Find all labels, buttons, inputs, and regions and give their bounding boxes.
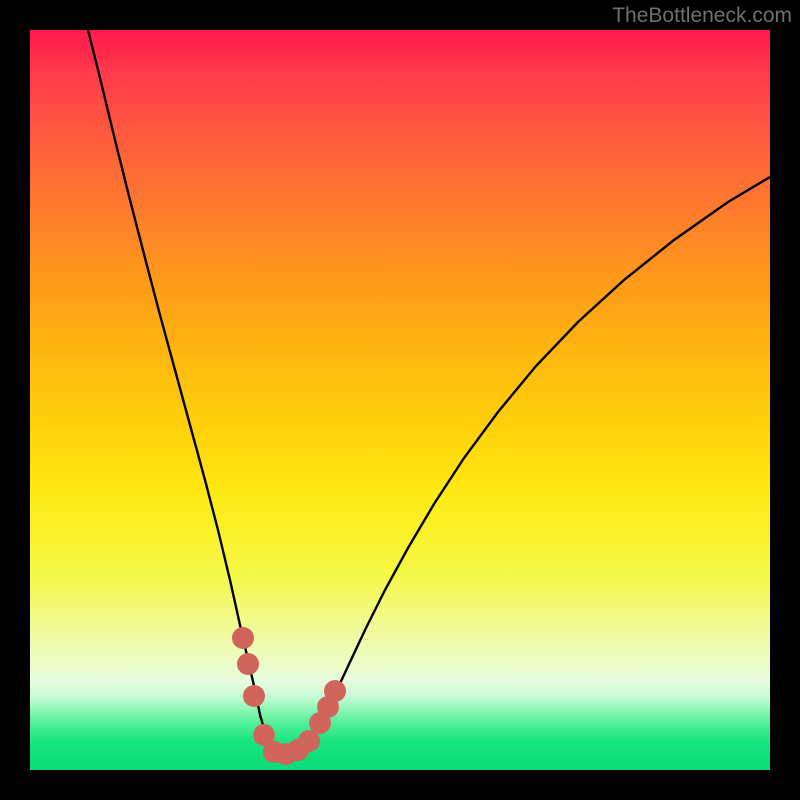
watermark-label: TheBottleneck.com [612, 4, 792, 28]
curve-marker [232, 627, 254, 649]
chart-area [30, 30, 770, 770]
curve-markers [232, 627, 346, 765]
bottleneck-chart-svg [30, 30, 770, 770]
curve-marker [243, 685, 265, 707]
curve-marker [324, 680, 346, 702]
bottleneck-curve [88, 30, 770, 754]
curve-marker [237, 653, 259, 675]
